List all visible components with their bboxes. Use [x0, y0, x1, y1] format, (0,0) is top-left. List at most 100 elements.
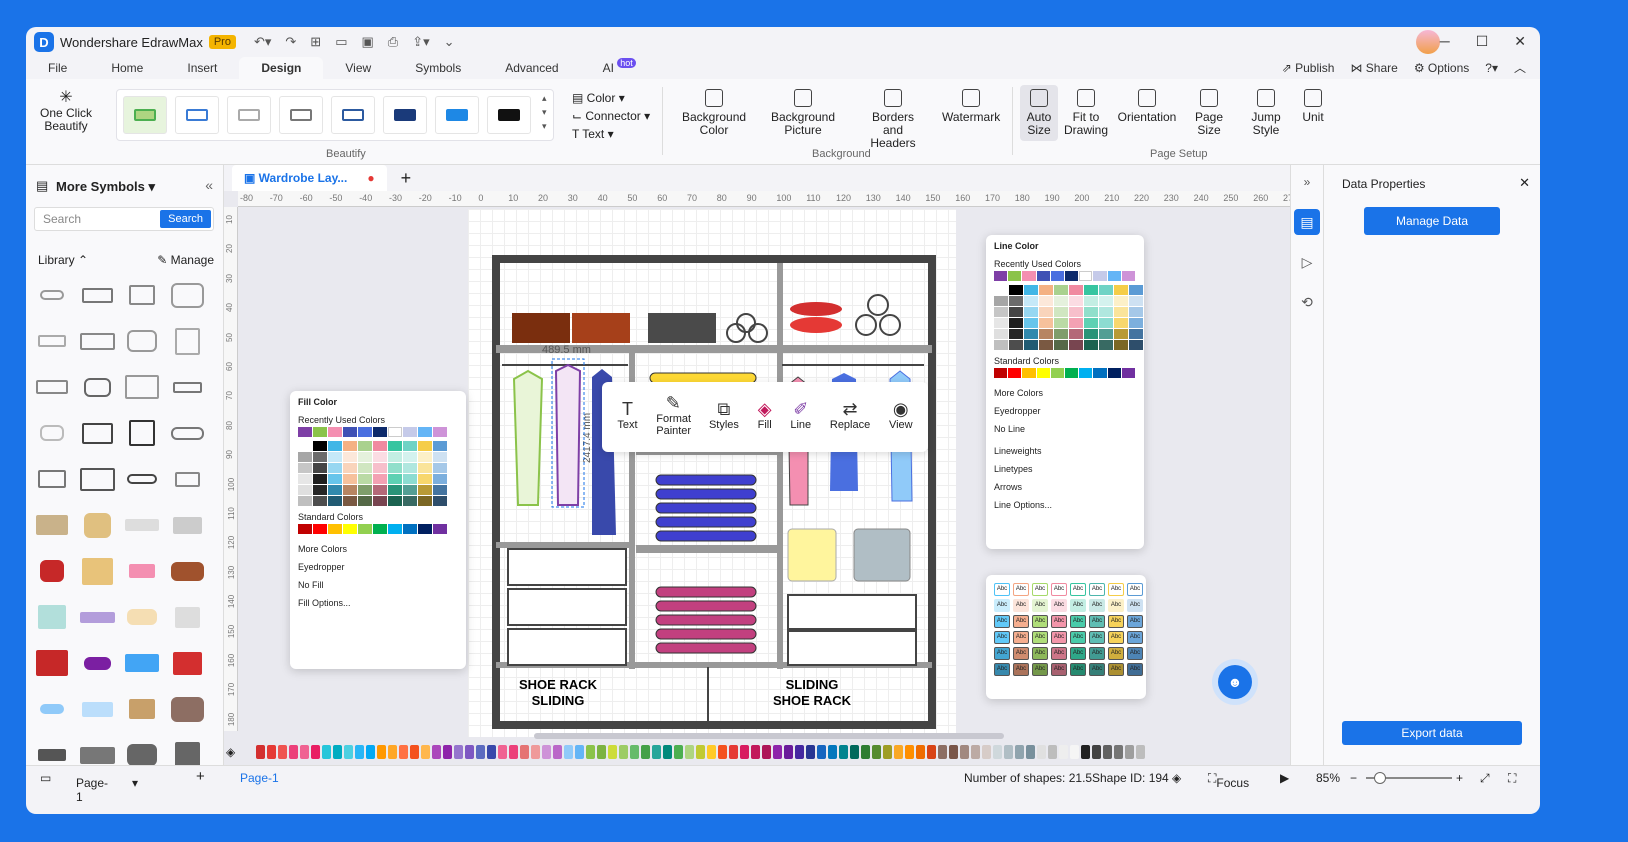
- color-swatch[interactable]: [313, 485, 327, 495]
- style-preset[interactable]: Abc: [1051, 647, 1067, 660]
- color-swatch[interactable]: [1107, 271, 1121, 281]
- fill-more-colors[interactable]: More Colors: [290, 542, 466, 556]
- save-icon[interactable]: ▣: [361, 34, 373, 50]
- palette-swatch[interactable]: [1004, 745, 1013, 759]
- drawer[interactable]: [787, 594, 917, 630]
- color-swatch[interactable]: [1039, 285, 1053, 295]
- palette-swatch[interactable]: [883, 745, 892, 759]
- color-swatch[interactable]: [1039, 307, 1053, 317]
- color-swatch[interactable]: [298, 463, 312, 473]
- color-swatch[interactable]: [418, 524, 432, 534]
- symbol-item[interactable]: [167, 369, 207, 405]
- style-preset[interactable]: Abc: [1127, 583, 1143, 596]
- color-swatch[interactable]: [313, 474, 327, 484]
- color-swatch[interactable]: [994, 285, 1008, 295]
- symbol-item[interactable]: [122, 277, 162, 313]
- color-swatch[interactable]: [343, 524, 357, 534]
- style-preset[interactable]: Abc: [1108, 631, 1124, 644]
- style-preset[interactable]: Abc: [1013, 599, 1029, 612]
- storage-box[interactable]: [572, 313, 630, 343]
- palette-swatch[interactable]: [476, 745, 485, 759]
- color-swatch[interactable]: [388, 474, 402, 484]
- symbol-item[interactable]: [32, 507, 72, 543]
- palette-swatch[interactable]: [432, 745, 441, 759]
- open-icon[interactable]: ▭: [335, 34, 347, 50]
- palette-swatch[interactable]: [586, 745, 595, 759]
- palette-swatch[interactable]: [454, 745, 463, 759]
- gallery-scroll[interactable]: ▴ ▾ ▾: [542, 91, 547, 133]
- color-swatch[interactable]: [328, 496, 342, 506]
- style-preset[interactable]: Abc: [1013, 663, 1029, 676]
- palette-swatch[interactable]: [256, 745, 265, 759]
- symbol-item[interactable]: [167, 415, 207, 451]
- color-swatch[interactable]: [1054, 285, 1068, 295]
- rolled-towel[interactable]: [736, 313, 756, 333]
- style-preset[interactable]: Abc: [1070, 631, 1086, 644]
- color-swatch[interactable]: [1129, 329, 1143, 339]
- palette-swatch[interactable]: [641, 745, 650, 759]
- data-properties-icon[interactable]: ▤: [1294, 209, 1320, 235]
- tab-design[interactable]: Design: [239, 57, 324, 79]
- color-swatch[interactable]: [1039, 340, 1053, 350]
- collapse-panel-icon[interactable]: «: [205, 177, 213, 193]
- color-swatch[interactable]: [994, 329, 1008, 339]
- color-swatch[interactable]: [994, 340, 1008, 350]
- color-swatch[interactable]: [1039, 329, 1053, 339]
- zoom-in-icon[interactable]: +: [1456, 771, 1463, 785]
- color-swatch[interactable]: [1050, 368, 1065, 378]
- color-swatch[interactable]: [373, 524, 387, 534]
- color-swatch[interactable]: [1039, 318, 1053, 328]
- color-swatch[interactable]: [1024, 296, 1038, 306]
- symbol-item[interactable]: [77, 691, 117, 727]
- color-swatch[interactable]: [1009, 307, 1023, 317]
- rolled-towel[interactable]: [748, 323, 768, 343]
- palette-swatch[interactable]: [1092, 745, 1101, 759]
- color-swatch[interactable]: [418, 441, 432, 451]
- fullscreen-icon[interactable]: ⛶: [1508, 771, 1516, 786]
- color-swatch[interactable]: [328, 441, 342, 451]
- color-swatch[interactable]: [298, 474, 312, 484]
- symbol-item[interactable]: [77, 461, 117, 497]
- color-swatch[interactable]: [388, 427, 402, 437]
- color-swatch[interactable]: [328, 474, 342, 484]
- color-swatch[interactable]: [298, 441, 312, 451]
- palette-swatch[interactable]: [531, 745, 540, 759]
- publish-button[interactable]: ⇗ Publish: [1282, 57, 1335, 79]
- style-preset[interactable]: Abc: [1127, 663, 1143, 676]
- color-swatch[interactable]: [373, 441, 387, 451]
- style-preset[interactable]: Abc: [1089, 647, 1105, 660]
- color-swatch[interactable]: [1129, 307, 1143, 317]
- color-swatch[interactable]: [373, 427, 387, 437]
- color-swatch[interactable]: [373, 496, 387, 506]
- palette-swatch[interactable]: [707, 745, 716, 759]
- close-panel-icon[interactable]: ✕: [1519, 175, 1530, 191]
- color-swatch[interactable]: [1036, 368, 1050, 378]
- palette-swatch[interactable]: [663, 745, 672, 759]
- play-icon[interactable]: ▶: [1280, 771, 1289, 785]
- color-swatch[interactable]: [1054, 318, 1068, 328]
- palette-swatch[interactable]: [773, 745, 782, 759]
- color-swatch[interactable]: [1069, 318, 1083, 328]
- palette-swatch[interactable]: [993, 745, 1002, 759]
- pro-badge[interactable]: Pro: [208, 35, 236, 49]
- color-swatch[interactable]: [1022, 368, 1036, 378]
- color-swatch[interactable]: [358, 441, 372, 451]
- color-swatch[interactable]: [1114, 318, 1128, 328]
- style-preset[interactable]: Abc: [1089, 631, 1105, 644]
- style-preset[interactable]: Abc: [1032, 663, 1048, 676]
- color-swatch[interactable]: [1129, 340, 1143, 350]
- symbol-item[interactable]: [122, 691, 162, 727]
- color-swatch[interactable]: [1084, 296, 1098, 306]
- style-preset[interactable]: Abc: [1089, 663, 1105, 676]
- style-preset[interactable]: Abc: [1070, 583, 1086, 596]
- style-preset[interactable]: Abc: [1089, 583, 1105, 596]
- color-swatch[interactable]: [298, 524, 312, 534]
- palette-swatch[interactable]: [861, 745, 870, 759]
- style-preset[interactable]: Abc: [994, 631, 1010, 644]
- background-color-button[interactable]: Background Color: [682, 89, 746, 137]
- color-swatch[interactable]: [1121, 368, 1136, 378]
- palette-swatch[interactable]: [1081, 745, 1090, 759]
- replace-button[interactable]: ⇄ Replace: [830, 400, 870, 431]
- tab-insert[interactable]: Insert: [165, 57, 239, 79]
- palette-swatch[interactable]: [1136, 745, 1145, 759]
